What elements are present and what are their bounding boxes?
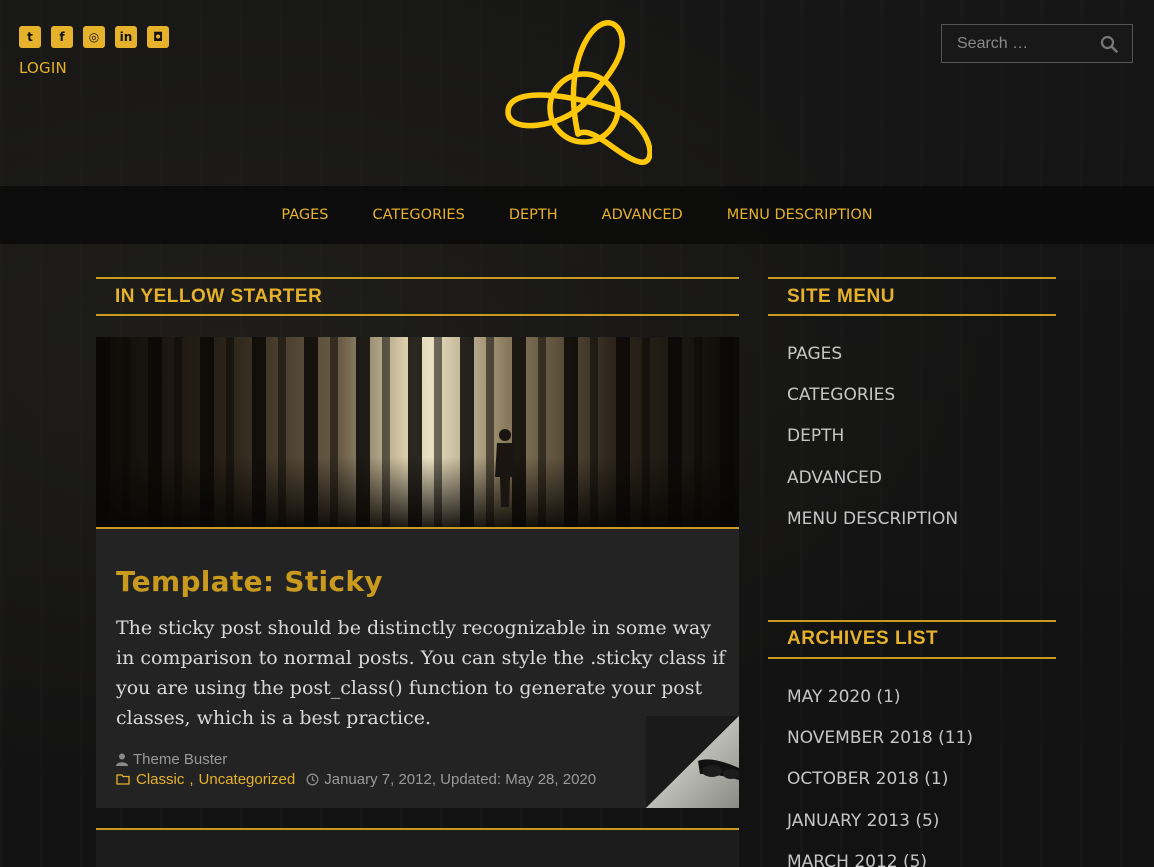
search-box	[941, 24, 1133, 63]
post-author[interactable]: Theme Buster	[133, 751, 227, 768]
main-navigation: PAGES CATEGORIES DEPTH ADVANCED MENU DES…	[0, 186, 1154, 244]
nav-item-pages[interactable]: PAGES	[281, 207, 328, 223]
category-separator: ,	[189, 771, 194, 788]
post-excerpt: The sticky post should be distinctly rec…	[116, 617, 726, 729]
site-menu-item-menu-description[interactable]: MENU DESCRIPTION	[787, 499, 1056, 540]
category-link-uncategorized[interactable]: Uncategorized	[199, 771, 296, 788]
site-menu-item-pages[interactable]: PAGES	[787, 334, 1056, 375]
sticky-corner-thumbnail	[646, 716, 739, 808]
site-menu-item-depth[interactable]: DEPTH	[787, 416, 1056, 457]
site-menu-item-advanced[interactable]: ADVANCED	[787, 458, 1056, 499]
archive-item[interactable]: OCTOBER 2018 (1)	[787, 759, 1056, 800]
site-logo[interactable]	[500, 16, 652, 168]
archive-item[interactable]: NOVEMBER 2018 (11)	[787, 718, 1056, 759]
archive-item[interactable]: MAY 2020 (1)	[787, 677, 1056, 718]
social-links: t f ◎ in ◘	[19, 26, 169, 48]
section-title: IN YELLOW STARTER	[96, 277, 739, 316]
post-author-meta: Theme Buster	[116, 751, 227, 768]
search-input[interactable]	[942, 34, 1092, 53]
archive-item[interactable]: MARCH 2012 (5)	[787, 842, 1056, 867]
silhouette-figure	[495, 429, 515, 507]
sticky-post: Template: Sticky The sticky post should …	[96, 337, 739, 808]
site-menu-item-categories[interactable]: CATEGORIES	[787, 375, 1056, 416]
site-menu-list: PAGES CATEGORIES DEPTH ADVANCED MENU DES…	[768, 334, 1056, 540]
post-date: January 7, 2012, Updated: May 28, 2020	[324, 771, 597, 788]
linkedin-icon[interactable]: in	[115, 26, 137, 48]
nav-item-menu-description[interactable]: MENU DESCRIPTION	[727, 207, 873, 223]
instagram-icon[interactable]: ◘	[147, 26, 169, 48]
user-icon	[116, 753, 128, 766]
next-post-card	[96, 828, 739, 867]
github-icon[interactable]: ◎	[83, 26, 105, 48]
post-title[interactable]: Template: Sticky	[116, 565, 383, 598]
category-link-classic[interactable]: Classic	[136, 771, 184, 788]
post-featured-image[interactable]	[96, 337, 739, 529]
sidebar: SITE MENU PAGES CATEGORIES DEPTH ADVANCE…	[768, 277, 1056, 867]
nav-item-depth[interactable]: DEPTH	[509, 207, 558, 223]
main-content: IN YELLOW STARTER Template: Sticky The s…	[96, 277, 739, 867]
search-icon[interactable]	[1100, 35, 1118, 53]
folder-icon	[116, 774, 130, 785]
facebook-icon[interactable]: f	[51, 26, 73, 48]
site-menu-title: SITE MENU	[768, 277, 1056, 316]
twitter-icon[interactable]: t	[19, 26, 41, 48]
image-fade	[96, 457, 739, 527]
clock-icon	[306, 773, 319, 786]
archives-list: MAY 2020 (1) NOVEMBER 2018 (11) OCTOBER …	[768, 677, 1056, 867]
post-category-meta: Classic, Uncategorized January 7, 2012, …	[116, 771, 596, 788]
nav-item-advanced[interactable]: ADVANCED	[602, 207, 683, 223]
login-link[interactable]: LOGIN	[19, 59, 67, 77]
archives-title: ARCHIVES LIST	[768, 619, 1056, 659]
archive-item[interactable]: JANUARY 2013 (5)	[787, 801, 1056, 842]
nav-item-categories[interactable]: CATEGORIES	[373, 207, 465, 223]
site-header: t f ◎ in ◘ LOGIN	[0, 0, 1154, 186]
